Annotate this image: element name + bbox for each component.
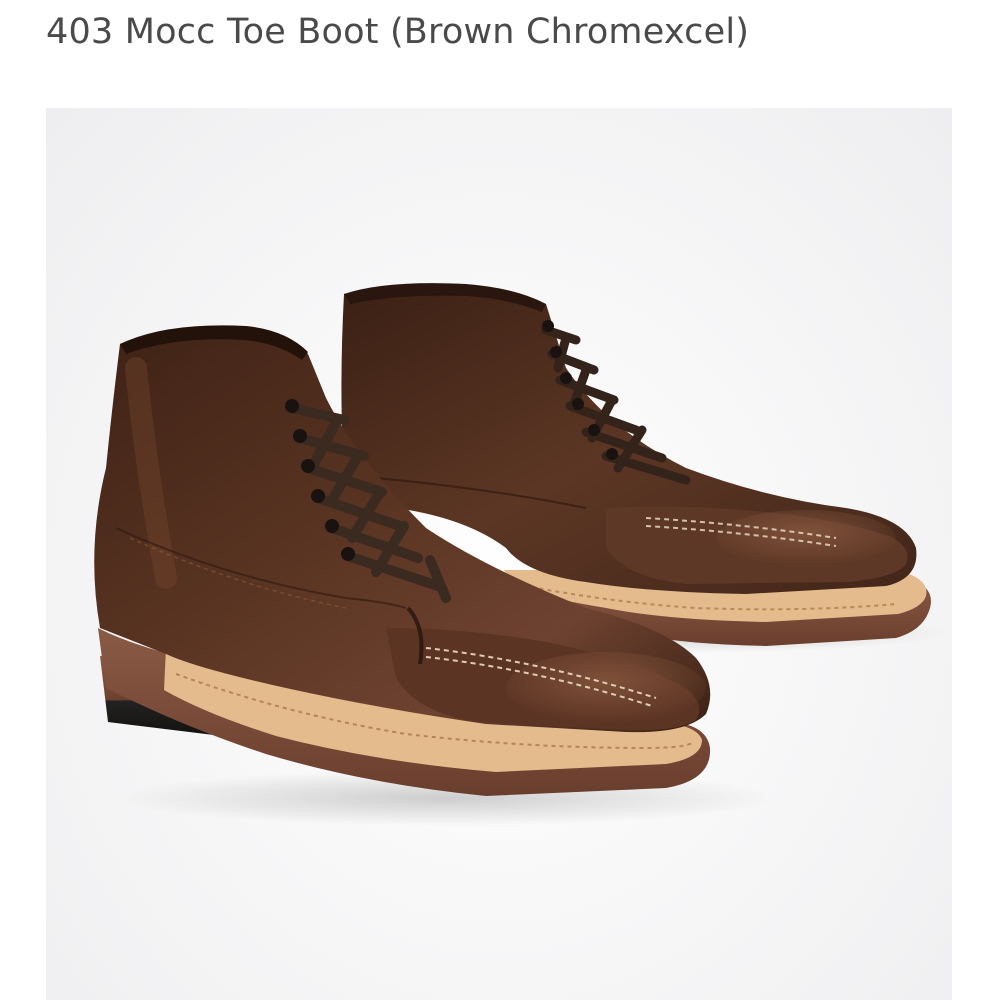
product-title: 403 Mocc Toe Boot (Brown Chromexcel) bbox=[46, 12, 750, 52]
boots-illustration bbox=[94, 283, 946, 826]
product-image[interactable] bbox=[46, 108, 952, 1000]
